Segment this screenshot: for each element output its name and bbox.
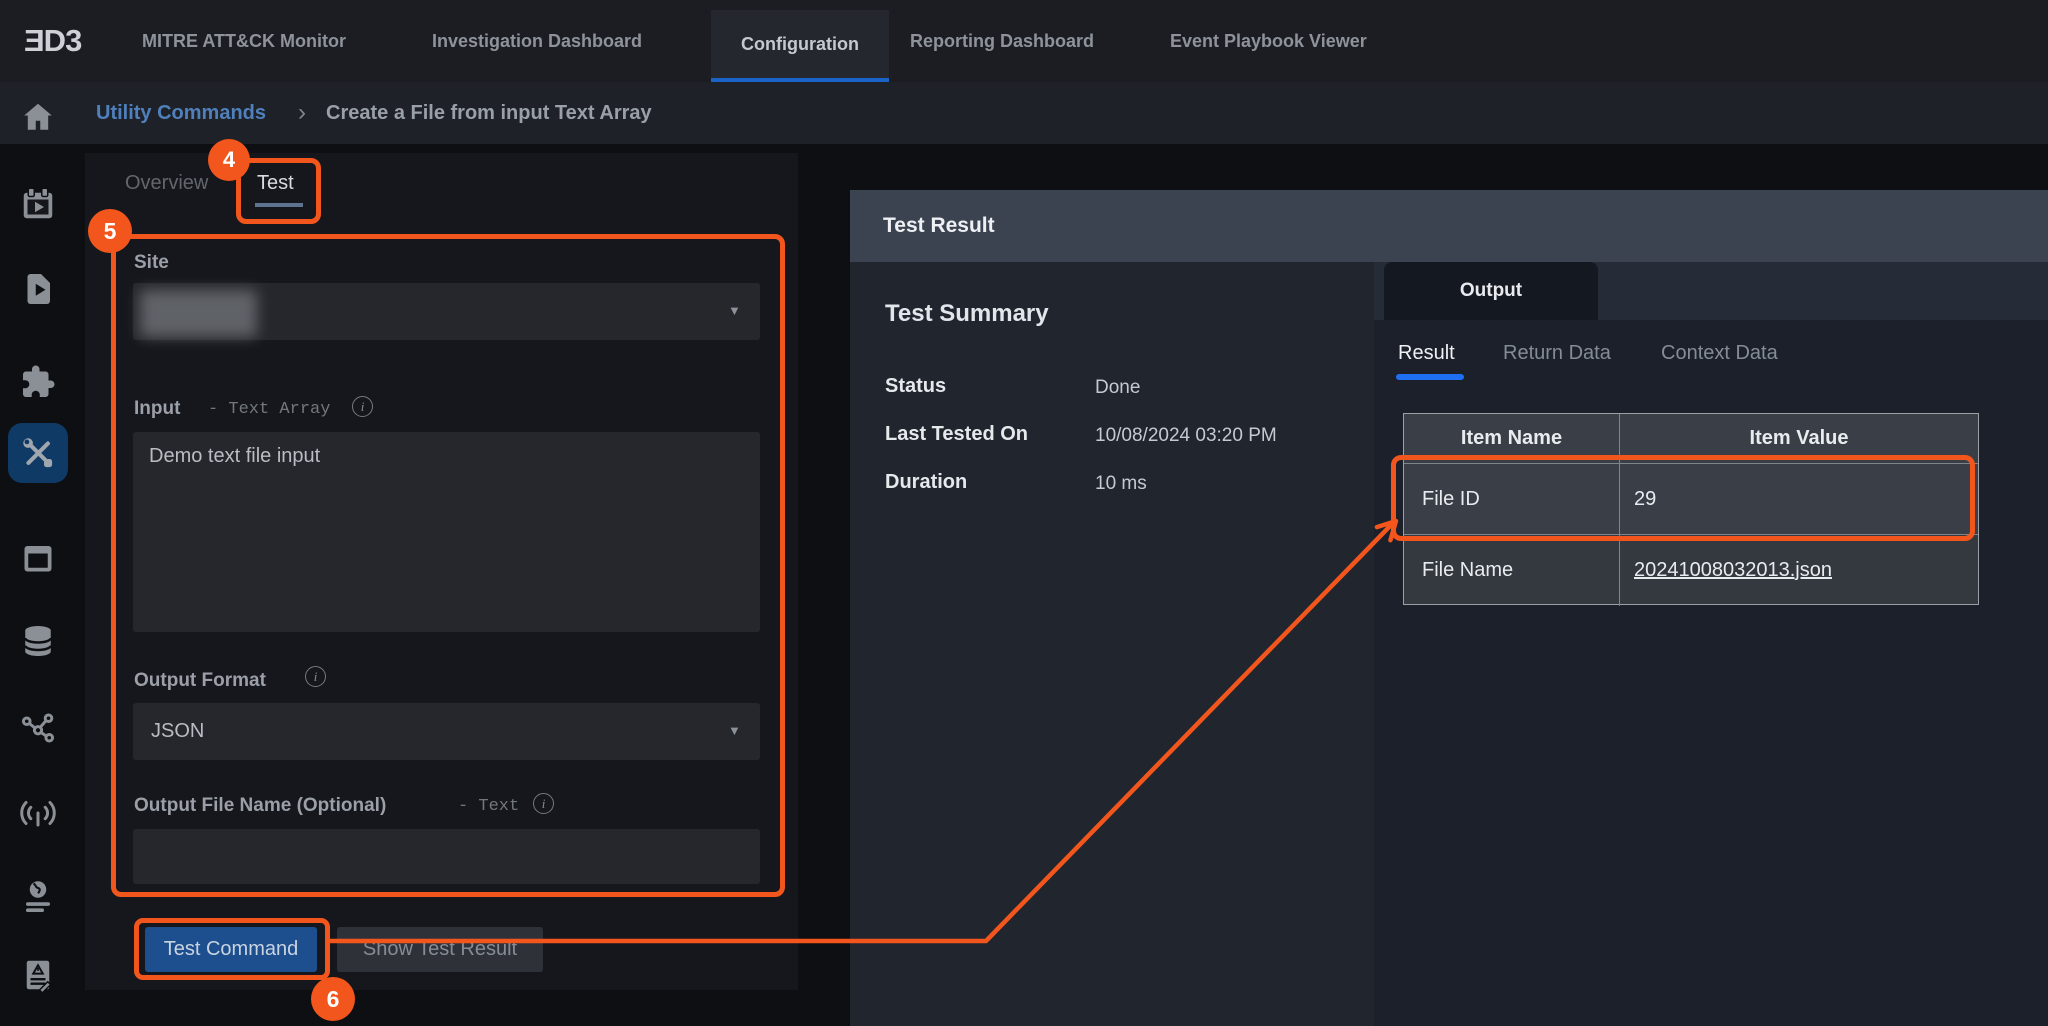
breadcrumb-separator-icon: › [298,82,306,144]
sidebar-item-playbooks[interactable] [20,271,56,307]
database-icon [20,623,56,659]
test-summary-title: Test Summary [885,300,1049,328]
test-result-title: Test Result [883,214,995,238]
summary-last-tested-label: Last Tested On [885,423,1028,446]
playbook-icon [20,271,56,307]
column-header-item-name: Item Name [1404,414,1620,464]
tab-return-data[interactable]: Return Data [1503,342,1611,365]
show-test-result-button[interactable]: Show Test Result [337,927,543,972]
sidebar-item-data-management[interactable] [20,623,56,659]
tab-test[interactable]: Test [257,172,294,195]
summary-duration-value: 10 ms [1095,473,1147,495]
nav-item-configuration-label: Configuration [741,34,859,55]
top-navbar: ƎD3 MITRE ATT&CK Monitor Investigation D… [0,0,2048,82]
breadcrumb: Utility Commands › Create a File from in… [0,82,2048,144]
sidebar-item-integrations[interactable] [20,364,56,400]
output-panel [1374,262,2048,1026]
breadcrumb-parent-link[interactable]: Utility Commands [96,82,266,144]
nav-item-event-playbook-viewer[interactable]: Event Playbook Viewer [1170,0,1367,82]
input-type-hint: - Text Array [208,400,330,419]
output-file-name-info-icon[interactable]: i [533,793,554,814]
sidebar-item-connections[interactable] [20,710,56,746]
site-dropdown-caret-icon: ▼ [728,303,741,318]
tab-output[interactable]: Output [1384,262,1598,320]
output-format-dropdown[interactable]: JSON [133,703,760,760]
input-textarea[interactable]: Demo text file input [133,432,760,632]
tab-output-label: Output [1460,280,1522,302]
incident-report-icon [20,957,56,993]
globe-settings-icon [20,879,56,915]
nav-item-investigation-dashboard[interactable]: Investigation Dashboard [432,0,642,82]
tab-overview[interactable]: Overview [125,172,208,195]
table-row-file-name-name: File Name [1404,535,1620,606]
input-info-icon[interactable]: i [352,396,373,417]
sidebar-item-home[interactable] [20,99,56,135]
table-row-file-id-name: File ID [1404,464,1620,535]
input-label: Input [134,398,180,420]
file-download-link[interactable]: 20241008032013.json [1634,559,1832,582]
site-value-redacted [140,290,257,337]
nav-item-reporting-dashboard[interactable]: Reporting Dashboard [910,0,1094,82]
output-format-label: Output Format [134,670,266,692]
calendar-icon [20,540,56,576]
output-format-info-icon[interactable]: i [305,666,326,687]
sidebar-item-incident-reports[interactable] [20,957,56,993]
nav-item-configuration[interactable]: Configuration [711,10,889,82]
summary-last-tested-value: 10/08/2024 03:20 PM [1095,425,1277,447]
nav-item-mitre-attck-monitor[interactable]: MITRE ATT&CK Monitor [142,0,346,82]
site-label: Site [134,252,169,274]
tab-context-data[interactable]: Context Data [1661,342,1778,365]
summary-status-value: Done [1095,377,1140,399]
output-file-name-input[interactable] [133,829,760,884]
home-icon [20,99,56,135]
sidebar-item-calendar[interactable] [20,540,56,576]
table-row-file-id-value: 29 [1620,464,1978,535]
app-window: ƎD3 MITRE ATT&CK Monitor Investigation D… [0,0,2048,1026]
d3-logo[interactable]: ƎD3 [24,0,81,82]
tools-icon [20,435,56,471]
test-result-header: Test Result [850,190,2048,262]
sidebar-item-schedule[interactable] [20,186,56,222]
column-header-item-value: Item Value [1620,414,1978,464]
output-format-caret-icon: ▼ [728,723,741,738]
network-share-icon [20,710,56,746]
puzzle-icon [20,364,56,400]
sidebar-item-global-settings[interactable] [20,879,56,915]
calendar-play-icon [20,186,56,222]
tab-result[interactable]: Result [1398,342,1455,365]
output-file-name-type-hint: - Text [458,797,519,816]
output-file-name-label: Output File Name (Optional) [134,795,386,817]
sidebar-item-event-intake[interactable] [20,795,56,831]
broadcast-icon [20,795,56,831]
test-command-button[interactable]: Test Command [145,927,317,972]
result-table: Item Name Item Value File ID 29 File Nam… [1403,413,1979,605]
sidebar-item-utility-commands-active[interactable] [8,423,68,483]
tab-result-underline [1396,374,1464,380]
page-title: Create a File from input Text Array [326,82,652,144]
annotation-badge-5: 5 [88,209,132,253]
summary-status-label: Status [885,375,946,398]
summary-duration-label: Duration [885,471,967,494]
annotation-badge-6: 6 [311,977,355,1021]
table-row-file-name-value: 20241008032013.json [1620,535,1978,606]
annotation-badge-4: 4 [208,139,250,181]
tab-test-underline [255,203,303,207]
